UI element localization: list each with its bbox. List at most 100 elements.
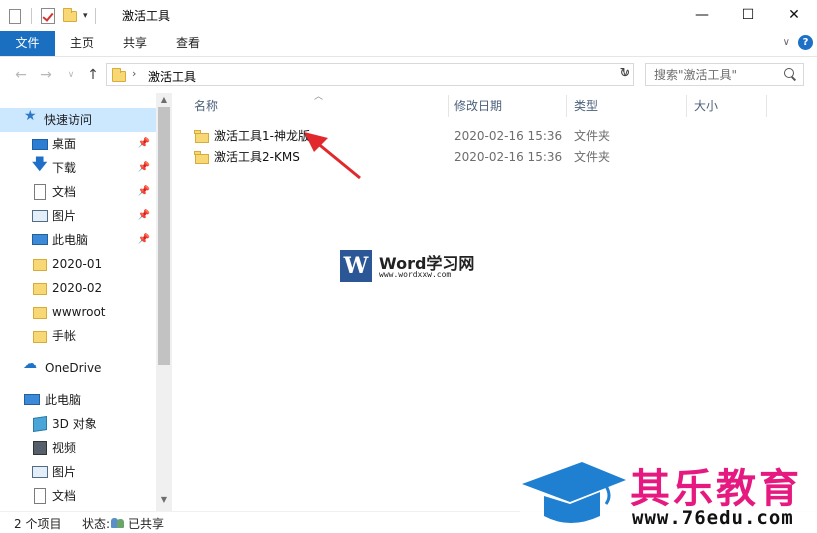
pin-icon[interactable]: 📌 <box>138 180 150 204</box>
checklist-icon[interactable] <box>39 7 57 25</box>
search-input[interactable] <box>654 65 784 85</box>
annotation-arrow-icon <box>304 132 361 180</box>
close-button[interactable]: ✕ <box>771 0 817 31</box>
new-folder-icon[interactable] <box>61 7 79 25</box>
folder-icon <box>111 67 127 83</box>
download-icon: 🡇 <box>32 155 48 173</box>
table-row[interactable]: 激活工具1-神龙版 2020-02-16 15:36 文件夹 <box>172 126 817 147</box>
sidebar-scrollbar[interactable]: ▲ ▼ <box>156 93 172 511</box>
sidebar-item-label: 2020-01 <box>52 257 103 271</box>
column-header-date[interactable]: 修改日期 <box>446 93 566 119</box>
sidebar-item-quick-access[interactable]: ★ 快速访问 <box>0 108 156 132</box>
pictures-icon <box>32 466 48 478</box>
sidebar-item-label: 快速访问 <box>44 113 93 127</box>
help-icon[interactable]: ? <box>798 35 813 50</box>
file-date: 2020-02-16 15:36 <box>454 129 563 143</box>
folder-icon <box>33 307 47 319</box>
recent-locations-icon[interactable]: ∨ <box>62 66 80 84</box>
cloud-icon: ☁ <box>23 356 37 372</box>
folder-icon <box>194 150 210 165</box>
site-watermark-url: www.76edu.com <box>632 507 794 529</box>
folder-icon <box>33 331 47 343</box>
window-title: 激活工具 <box>122 9 171 23</box>
toolbar-divider <box>31 8 32 24</box>
sidebar-item-this-pc[interactable]: 此电脑 <box>0 388 156 412</box>
maximize-button[interactable]: ☐ <box>725 0 771 31</box>
refresh-button[interactable]: ↻ <box>616 65 634 83</box>
sidebar-item-pictures[interactable]: 图片 📌 <box>0 204 156 228</box>
sidebar-item-label: 图片 <box>52 465 77 479</box>
sidebar-item-videos[interactable]: 视频 <box>0 436 156 460</box>
toolbar-divider <box>94 8 96 24</box>
word-watermark: W Word学习网 www.wordxxw.com <box>340 250 480 284</box>
sidebar-item-notebook[interactable]: 手帐 <box>0 324 156 348</box>
computer-icon <box>32 234 48 245</box>
item-count: 2 个项目 <box>14 517 62 531</box>
column-header-size[interactable]: 大小 <box>686 93 766 119</box>
star-icon: ★ <box>24 108 37 124</box>
folder-icon <box>33 259 47 271</box>
sidebar-item-onedrive[interactable]: ☁ OneDrive <box>0 356 156 380</box>
forward-button[interactable]: → <box>37 66 55 84</box>
sidebar-item-2020-02[interactable]: 2020-02 <box>0 276 156 300</box>
minimize-button[interactable]: — <box>679 0 725 31</box>
breadcrumb-separator-icon[interactable]: › <box>132 67 136 80</box>
ribbon-tabs: 文件 主页 共享 查看 ∨ ? <box>0 31 817 57</box>
tab-file[interactable]: 文件 <box>0 31 55 56</box>
scroll-up-icon[interactable]: ▲ <box>156 93 172 107</box>
file-type: 文件夹 <box>574 150 611 164</box>
quick-access-toolbar: ▾ <box>6 6 99 26</box>
address-bar[interactable]: › 激活工具 ∨ <box>106 63 634 86</box>
back-button[interactable]: ← <box>12 66 30 84</box>
address-row: ← → ∨ ↑ › 激活工具 ∨ ↻ <box>0 57 817 93</box>
tab-view[interactable]: 查看 <box>164 31 212 56</box>
tab-share[interactable]: 共享 <box>111 31 159 56</box>
sidebar-item-label: 视频 <box>52 441 77 455</box>
pin-icon[interactable]: 📌 <box>138 228 150 252</box>
table-row[interactable]: 激活工具2-KMS 2020-02-16 15:36 文件夹 <box>172 147 817 168</box>
expand-ribbon-icon[interactable]: ∨ <box>783 37 790 48</box>
documents-icon <box>34 488 46 504</box>
properties-icon[interactable] <box>6 7 24 25</box>
scroll-down-icon[interactable]: ▼ <box>156 493 172 507</box>
column-header-type[interactable]: 类型 <box>566 93 686 119</box>
sidebar-item-this-pc-pinned[interactable]: 此电脑 📌 <box>0 228 156 252</box>
breadcrumb[interactable]: 激活工具 <box>148 68 196 85</box>
sidebar-item-label: 文档 <box>52 489 77 503</box>
up-button[interactable]: ↑ <box>84 66 102 84</box>
graduation-cap-icon <box>522 462 626 523</box>
sidebar-item-label: 下载 <box>52 161 77 175</box>
pin-icon[interactable]: 📌 <box>138 156 150 180</box>
file-list: ︿ 名称 修改日期 类型 大小 激活工具1-神龙版 2020-02-16 15:… <box>172 92 817 511</box>
search-box[interactable] <box>645 63 804 86</box>
sidebar-item-downloads[interactable]: 🡇 下载 📌 <box>0 156 156 180</box>
sidebar-item-2020-01[interactable]: 2020-01 <box>0 252 156 276</box>
sidebar-item-pictures-pc[interactable]: 图片 <box>0 460 156 484</box>
tab-home[interactable]: 主页 <box>58 31 106 56</box>
search-icon[interactable] <box>783 67 797 81</box>
sidebar-item-label: 3D 对象 <box>52 417 97 431</box>
3d-objects-icon <box>33 416 47 432</box>
sidebar-item-wwwroot[interactable]: wwwroot <box>0 300 156 324</box>
pin-icon[interactable]: 📌 <box>138 204 150 228</box>
sidebar-item-label: 文档 <box>52 185 77 199</box>
column-header-name[interactable]: 名称 <box>186 93 448 119</box>
sidebar-item-label: 手帐 <box>52 329 77 343</box>
scrollbar-thumb[interactable] <box>158 107 170 365</box>
sidebar-item-3d-objects[interactable]: 3D 对象 <box>0 412 156 436</box>
sidebar-item-label: OneDrive <box>45 361 102 375</box>
sidebar-item-desktop[interactable]: 桌面 📌 <box>0 132 156 156</box>
folder-icon <box>33 283 47 295</box>
sidebar-item-documents[interactable]: 文档 📌 <box>0 180 156 204</box>
site-watermark: 其乐教育 www.76edu.com <box>520 452 817 533</box>
pin-icon[interactable]: 📌 <box>138 132 150 156</box>
sidebar-item-documents-pc[interactable]: 文档 <box>0 484 156 508</box>
word-logo: W <box>340 250 372 282</box>
customize-toolbar-dropdown-icon[interactable]: ▾ <box>83 7 88 25</box>
column-divider[interactable] <box>766 95 767 117</box>
file-name: 激活工具2-KMS <box>214 150 300 164</box>
sidebar-item-label: 桌面 <box>52 137 77 151</box>
navigation-pane: ★ 快速访问 桌面 📌 🡇 下载 📌 文档 📌 图片 📌 此电脑 📌 2020-… <box>0 93 172 511</box>
videos-icon <box>33 441 47 455</box>
title-bar: ▾ 激活工具 — ☐ ✕ <box>0 0 817 31</box>
